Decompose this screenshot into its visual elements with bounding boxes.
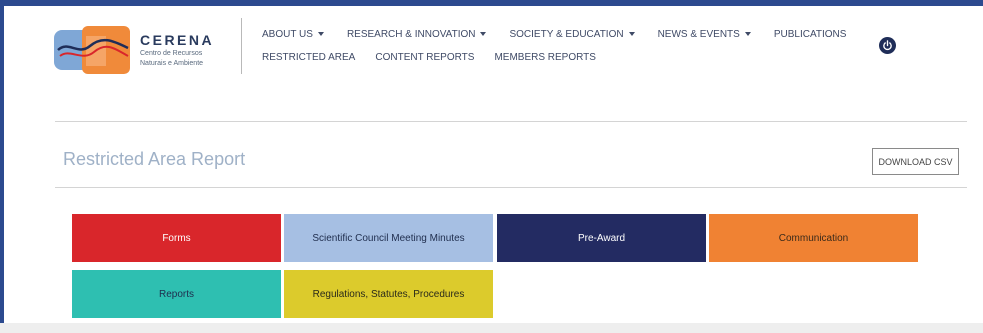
chevron-down-icon [628, 32, 635, 36]
chevron-down-icon [744, 32, 751, 36]
nav-restricted-area-label: RESTRICTED AREA [262, 51, 356, 63]
power-icon [883, 40, 892, 51]
tile-forms-label: Forms [162, 232, 191, 244]
download-csv-button[interactable]: DOWNLOAD CSV [872, 148, 959, 175]
tile-regulations-label: Regulations, Statutes, Procedures [312, 288, 465, 300]
nav-about-us-label: ABOUT US [262, 28, 313, 40]
logout-button[interactable] [879, 37, 896, 54]
tile-pre-award-label: Pre-Award [577, 232, 626, 244]
cerena-logo[interactable]: CERENA Centro de Recursos Naturais e Amb… [54, 26, 240, 74]
tile-regulations-statutes-procedures[interactable]: Regulations, Statutes, Procedures [284, 270, 493, 318]
nav-members-reports[interactable]: MEMBERS REPORTS [494, 52, 596, 63]
tile-pre-award[interactable]: Pre-Award [497, 214, 706, 262]
chevron-down-icon [480, 32, 487, 36]
tile-communication-label: Communication [778, 232, 849, 244]
tile-reports[interactable]: Reports [72, 270, 281, 318]
nav-news-events[interactable]: NEWS & EVENTS [658, 29, 751, 40]
tile-forms[interactable]: Forms [72, 214, 281, 262]
nav-members-reports-label: MEMBERS REPORTS [494, 51, 596, 63]
header-separator [55, 121, 967, 122]
tile-communication[interactable]: Communication [709, 214, 918, 262]
brand-name: CERENA [140, 32, 215, 48]
brand-subtitle-line2: Naturais e Ambiente [140, 60, 204, 67]
window-top-border [0, 0, 983, 6]
nav-publications[interactable]: PUBLICATIONS [774, 29, 847, 40]
title-separator [55, 187, 967, 188]
tile-reports-label: Reports [158, 288, 194, 300]
main-nav-row-1: ABOUT US RESEARCH & INNOVATION SOCIETY &… [262, 26, 846, 42]
nav-content-reports-label: CONTENT REPORTS [375, 51, 475, 63]
window-left-border [0, 0, 4, 333]
header-divider [241, 18, 242, 74]
nav-society-education[interactable]: SOCIETY & EDUCATION [509, 28, 635, 40]
brand-subtitle-line1: Centro de Recursos [140, 50, 203, 57]
chevron-down-icon [317, 32, 324, 36]
page-bottom-strip [0, 323, 983, 333]
main-nav-row-2: RESTRICTED AREA CONTENT REPORTS MEMBERS … [262, 49, 596, 65]
cerena-logo-mark-icon [54, 26, 130, 74]
page-title: Restricted Area Report [63, 149, 246, 169]
nav-publications-label: PUBLICATIONS [773, 28, 847, 40]
nav-content-reports[interactable]: CONTENT REPORTS [375, 52, 474, 63]
nav-research-innovation-label: RESEARCH & INNOVATION [346, 28, 476, 40]
tile-scientific-council-label: Scientific Council Meeting Minutes [312, 232, 465, 244]
nav-about-us[interactable]: ABOUT US [262, 29, 324, 40]
nav-news-events-label: NEWS & EVENTS [657, 28, 740, 40]
nav-restricted-area[interactable]: RESTRICTED AREA [262, 52, 355, 63]
nav-research-innovation[interactable]: RESEARCH & INNOVATION [347, 29, 487, 40]
nav-society-education-label: SOCIETY & EDUCATION [509, 28, 624, 40]
tile-scientific-council-meeting-minutes[interactable]: Scientific Council Meeting Minutes [284, 214, 493, 262]
